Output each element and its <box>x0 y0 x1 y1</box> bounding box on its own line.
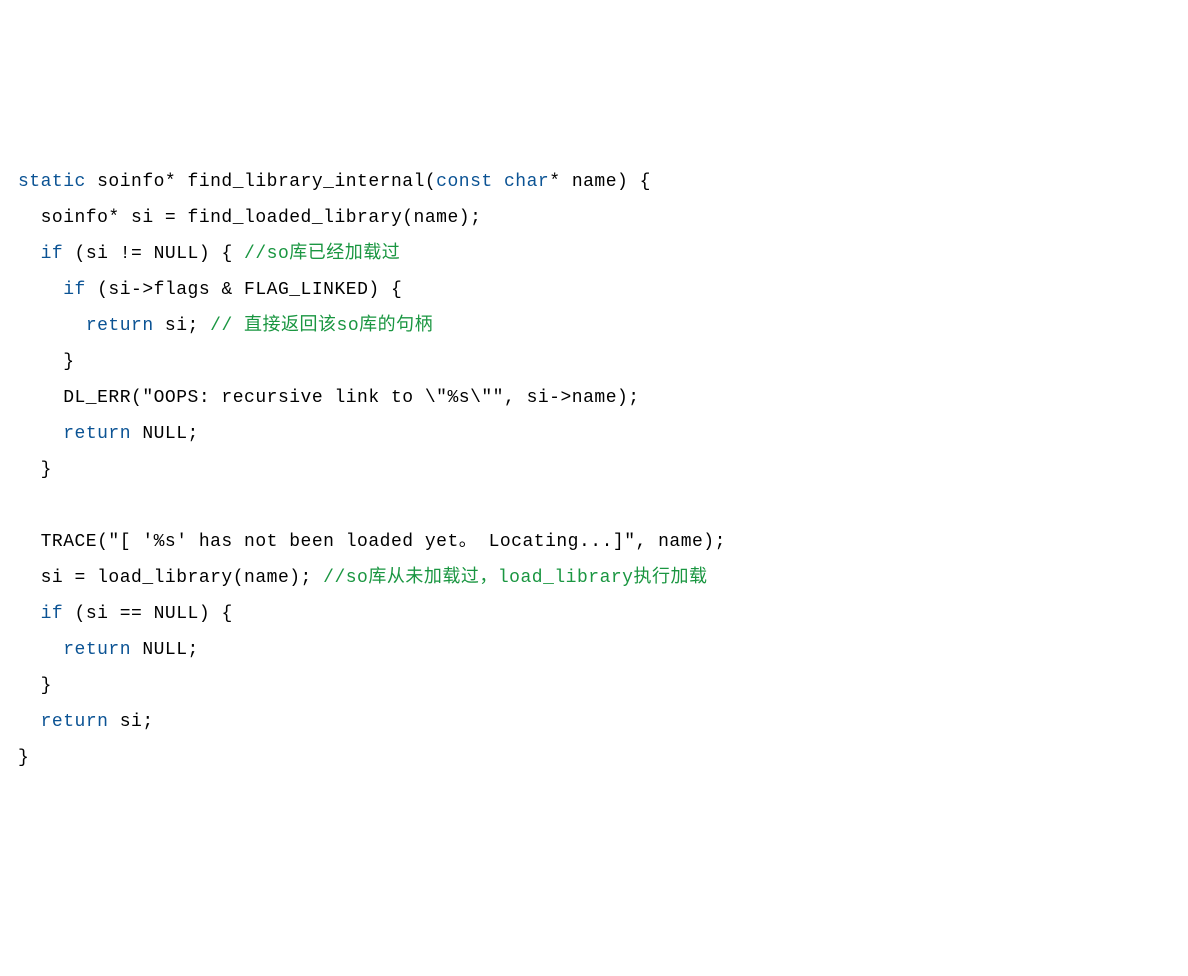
code-text <box>493 172 504 192</box>
code-text <box>18 316 86 336</box>
keyword-if: if <box>41 604 64 624</box>
keyword-return: return <box>63 640 131 660</box>
comment: //so库已经加载过 <box>244 244 400 264</box>
code-text: * name) { <box>549 172 651 192</box>
comment: //so库从未加载过，load_library执行加载 <box>323 568 707 588</box>
code-text: } <box>18 460 52 480</box>
code-text <box>18 244 41 264</box>
keyword-return: return <box>41 712 109 732</box>
keyword-if: if <box>63 280 86 300</box>
keyword-const: const <box>436 172 493 192</box>
code-text: (si != NULL) { <box>63 244 244 264</box>
code-text <box>18 604 41 624</box>
line-14: return NULL; <box>18 640 199 660</box>
line-17: } <box>18 748 29 768</box>
code-text: TRACE("[ '%s' has not been loaded yet。 L… <box>18 532 726 552</box>
code-text: si; <box>108 712 153 732</box>
code-block: static soinfo* find_library_internal(con… <box>18 164 1170 776</box>
code-text <box>18 640 63 660</box>
code-text: DL_ERR("OOPS: recursive link to \"%s\"",… <box>18 388 640 408</box>
line-13: if (si == NULL) { <box>18 604 233 624</box>
code-text: } <box>18 748 29 768</box>
line-7: DL_ERR("OOPS: recursive link to \"%s\"",… <box>18 388 640 408</box>
comment: // 直接返回该so库的句柄 <box>210 316 433 336</box>
line-4: if (si->flags & FLAG_LINKED) { <box>18 280 402 300</box>
code-text: soinfo* find_library_internal( <box>86 172 436 192</box>
line-5: return si; // 直接返回该so库的句柄 <box>18 316 433 336</box>
code-text: (si->flags & FLAG_LINKED) { <box>86 280 402 300</box>
line-3: if (si != NULL) { //so库已经加载过 <box>18 244 400 264</box>
line-16: return si; <box>18 712 154 732</box>
keyword-if: if <box>41 244 64 264</box>
code-text: NULL; <box>131 424 199 444</box>
line-11: TRACE("[ '%s' has not been loaded yet。 L… <box>18 532 726 552</box>
line-2: soinfo* si = find_loaded_library(name); <box>18 208 481 228</box>
code-text: si = load_library(name); <box>18 568 323 588</box>
code-text: soinfo* si = find_loaded_library(name); <box>18 208 481 228</box>
code-text: } <box>18 676 52 696</box>
keyword-return: return <box>86 316 154 336</box>
code-text: NULL; <box>131 640 199 660</box>
line-1: static soinfo* find_library_internal(con… <box>18 172 651 192</box>
code-text: (si == NULL) { <box>63 604 233 624</box>
code-text: } <box>18 352 75 372</box>
keyword-static: static <box>18 172 86 192</box>
keyword-return: return <box>63 424 131 444</box>
code-text <box>18 424 63 444</box>
line-9: } <box>18 460 52 480</box>
keyword-char: char <box>504 172 549 192</box>
line-15: } <box>18 676 52 696</box>
code-text <box>18 712 41 732</box>
code-text: si; <box>154 316 211 336</box>
line-12: si = load_library(name); //so库从未加载过，load… <box>18 568 707 588</box>
line-8: return NULL; <box>18 424 199 444</box>
code-text <box>18 280 63 300</box>
line-6: } <box>18 352 75 372</box>
